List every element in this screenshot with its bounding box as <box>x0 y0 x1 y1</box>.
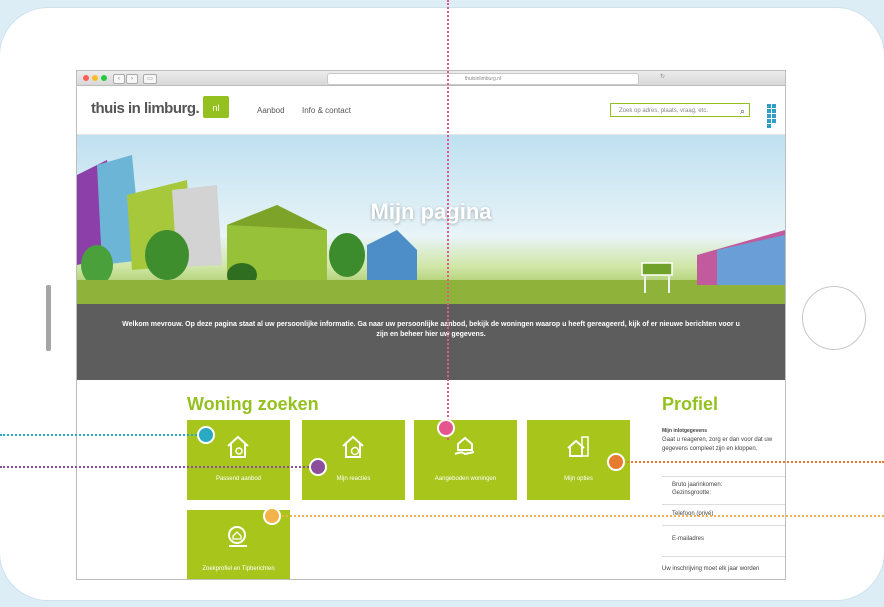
tablet-frame: ‹ › ▭ thuisinlimburg.nl ↻ thuis in limbu… <box>0 8 884 600</box>
search-placeholder: Zoek op adres, plaats, vraag, etc. <box>619 108 709 114</box>
close-dot-icon[interactable] <box>83 75 89 81</box>
apps-grid-icon[interactable] <box>767 104 781 128</box>
callout-marker-yellow <box>263 507 281 525</box>
callout-marker-pink <box>437 419 455 437</box>
callout-line-orange <box>620 461 884 463</box>
callout-line-vertical <box>447 0 449 440</box>
zoom-dot-icon[interactable] <box>101 75 107 81</box>
back-icon[interactable]: ‹ <box>113 74 125 84</box>
profiel-subtitle: Mijn inlotgegevens <box>662 428 708 434</box>
profiel-title: Profiel <box>662 394 719 414</box>
house-magnifier-icon <box>228 526 247 547</box>
tile-label: Aangeboden woningen <box>434 476 497 482</box>
house-check-icon <box>342 435 364 458</box>
site-logo[interactable]: thuis in limburg. <box>91 100 200 117</box>
reload-icon[interactable]: ↻ <box>660 73 665 80</box>
woning-zoeken-title: Woning zoeken <box>187 394 319 414</box>
hero-banner: Mijn pagina <box>77 135 785 304</box>
home-button <box>802 286 866 350</box>
callout-line-purple <box>0 466 312 468</box>
minimize-dot-icon[interactable] <box>92 75 98 81</box>
tile-label: Passend aanbod <box>215 476 262 482</box>
sidebar-icon[interactable]: ▭ <box>143 74 157 84</box>
tile-label: Zoekprofiel en Tipberichten <box>202 566 275 572</box>
profiel-footer: Uw inschrijving moet elk jaar worden <box>662 566 760 572</box>
callout-line-teal <box>0 434 200 436</box>
tile-label: Mijn reacties <box>336 476 371 482</box>
url-bar[interactable]: thuisinlimburg.nl <box>327 73 639 85</box>
divider <box>662 476 785 477</box>
browser-screen: ‹ › ▭ thuisinlimburg.nl ↻ thuis in limbu… <box>76 70 786 580</box>
field-inkomen: Bruto jaarinkomen: <box>672 482 723 488</box>
house-search-icon <box>227 435 249 458</box>
callout-marker-orange <box>607 453 625 471</box>
tile-label: Mijn opties <box>564 476 593 482</box>
nav-info-contact[interactable]: Info & contact <box>302 106 351 115</box>
welcome-message: Welkom mevrouw. Op deze pagina staat al … <box>77 304 785 380</box>
side-button <box>46 285 51 351</box>
field-email: E-mailadres <box>672 536 705 542</box>
main-content: Woning zoeken Passend aanbod Mijn reacti… <box>77 380 785 579</box>
callout-line-yellow <box>273 515 884 517</box>
divider <box>662 525 785 526</box>
profiel-intro: Gaat u reageren, zorg er dan voor dat uw… <box>662 437 773 452</box>
site-header: thuis in limburg. nl Aanbod Info & conta… <box>77 86 785 135</box>
callout-marker-purple <box>309 458 327 476</box>
field-gezinsgrootte: Gezinsgrootte: <box>672 490 712 496</box>
house-building-icon <box>567 436 589 457</box>
search-icon[interactable]: ⌕ <box>740 104 745 118</box>
hero-title: Mijn pagina <box>370 199 492 224</box>
house-hand-icon <box>454 436 475 456</box>
divider <box>662 504 785 505</box>
forward-icon[interactable]: › <box>126 74 138 84</box>
divider <box>662 556 785 557</box>
nav-aanbod[interactable]: Aanbod <box>257 106 285 115</box>
logo-nl-badge: nl <box>203 96 229 118</box>
callout-marker-teal <box>197 426 215 444</box>
tile-aangeboden-woningen[interactable]: Aangeboden woningen <box>414 420 517 500</box>
search-input[interactable]: Zoek op adres, plaats, vraag, etc. ⌕ <box>610 103 750 117</box>
browser-toolbar: ‹ › ▭ thuisinlimburg.nl ↻ <box>77 71 785 86</box>
